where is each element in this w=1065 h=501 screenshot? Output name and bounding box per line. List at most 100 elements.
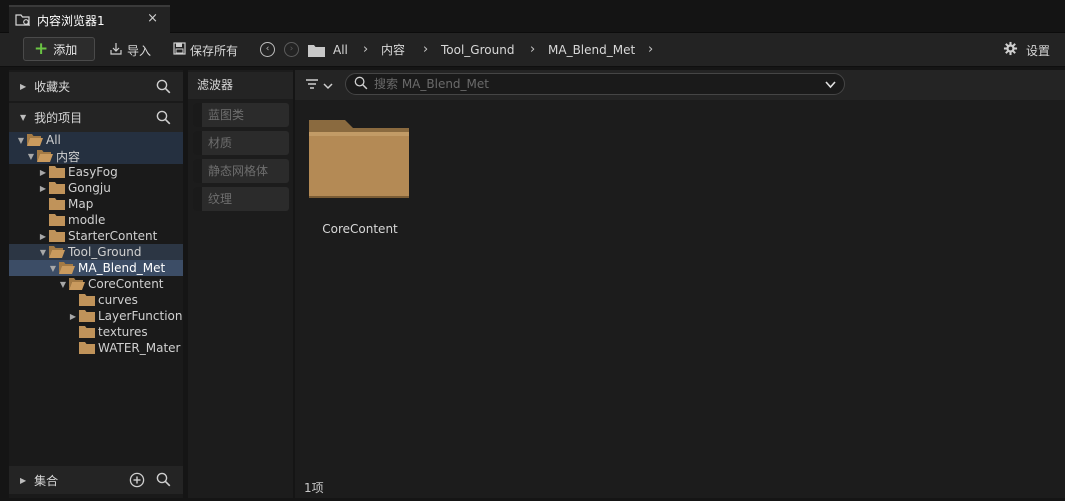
asset-name: CoreContent <box>322 222 398 236</box>
folder-icon <box>49 166 65 178</box>
tree-item-tool-ground[interactable]: ▼ Tool_Ground <box>9 244 183 260</box>
folder-open-icon <box>69 278 85 290</box>
chevron-down-icon[interactable] <box>825 78 836 92</box>
favorites-header[interactable]: ▶ 收藏夹 <box>9 72 183 101</box>
expand-arrow-icon[interactable]: ▶ <box>68 312 78 321</box>
tree-item-water-mater[interactable]: WATER_Mater <box>9 340 183 356</box>
tree-item-map[interactable]: Map <box>9 196 183 212</box>
title-bar: 内容浏览器1 × <box>0 0 1065 33</box>
breadcrumb-content[interactable]: 内容 <box>381 33 405 67</box>
collapse-arrow-icon[interactable]: ▼ <box>48 264 58 273</box>
breadcrumb-separator[interactable]: › <box>530 33 535 67</box>
item-count: 1项 <box>304 481 324 495</box>
search-box[interactable] <box>345 73 845 95</box>
save-all-button[interactable]: 保存所有 <box>173 33 238 67</box>
asset-tile[interactable]: CoreContent <box>305 114 415 244</box>
collapse-arrow-icon[interactable]: ▼ <box>26 152 36 161</box>
breadcrumb-separator[interactable]: › <box>363 33 368 67</box>
collapse-arrow-icon[interactable]: ▼ <box>58 280 68 289</box>
tree-item-ma-blend-met[interactable]: ▼ MA_Blend_Met <box>9 260 183 276</box>
breadcrumb-separator[interactable]: › <box>648 33 653 67</box>
collapse-arrow-icon[interactable]: ▼ <box>16 136 26 145</box>
tree-item-label: curves <box>98 293 138 307</box>
tree-item-layerfunction[interactable]: ▶ LayerFunction <box>9 308 183 324</box>
folder-icon <box>79 294 95 306</box>
filter-texture[interactable]: 纹理 <box>193 187 289 211</box>
search-input[interactable] <box>374 77 814 91</box>
tree-item-label: 内容 <box>56 149 81 164</box>
folder-icon <box>79 326 95 338</box>
add-collection-icon[interactable] <box>129 472 145 491</box>
search-icon[interactable] <box>156 472 171 490</box>
add-button[interactable]: + 添加 <box>23 37 95 61</box>
tab-title: 内容浏览器1 <box>37 13 105 28</box>
breadcrumb-separator[interactable]: › <box>423 33 428 67</box>
folder-open-icon <box>59 262 75 274</box>
expand-arrow-icon: ▶ <box>20 82 27 91</box>
folder-icon <box>49 214 65 226</box>
save-all-button-label: 保存所有 <box>190 43 239 58</box>
folder-icon <box>79 342 95 354</box>
asset-view: CoreContent 1项 <box>295 70 1065 498</box>
filters-panel: 滤波器 蓝图类 材质 静态网格体 纹理 <box>188 70 293 498</box>
tree-item-label: EasyFog <box>68 165 118 179</box>
close-icon[interactable]: × <box>147 11 158 26</box>
tab-content-browser[interactable]: 内容浏览器1 × <box>9 5 170 33</box>
breadcrumb-tool-ground[interactable]: Tool_Ground <box>441 33 514 67</box>
collections-label: 集合 <box>34 473 59 488</box>
filters-title: 滤波器 <box>188 72 293 99</box>
tree-item-label: CoreContent <box>88 277 164 291</box>
tree-item-label: StarterContent <box>68 229 158 243</box>
folder-open-icon <box>49 246 65 258</box>
expand-arrow-icon: ▶ <box>20 475 27 485</box>
content-toolbar <box>295 70 1065 100</box>
tree-item-modle[interactable]: modle <box>9 212 183 228</box>
tree-item-gongju[interactable]: ▶ Gongju <box>9 180 183 196</box>
content-browser-icon <box>15 13 31 27</box>
collections-header[interactable]: ▶ 集合 <box>9 466 183 494</box>
folder-icon <box>49 182 65 194</box>
folder-icon <box>308 44 325 60</box>
settings-button[interactable]: 设置 <box>1003 33 1050 67</box>
tree-item-easyfog[interactable]: ▶ EasyFog <box>9 164 183 180</box>
tree-item-label: textures <box>98 325 148 339</box>
my-project-label: 我的项目 <box>34 111 83 125</box>
tree-item-label: MA_Blend_Met <box>78 261 166 275</box>
favorites-label: 收藏夹 <box>34 80 71 94</box>
filter-dropdown-button[interactable] <box>305 78 333 93</box>
filter-static-mesh[interactable]: 静态网格体 <box>193 159 289 183</box>
expand-arrow-icon[interactable]: ▶ <box>38 168 48 177</box>
search-icon <box>354 76 368 93</box>
tree-item-all[interactable]: ▼ All <box>9 132 183 148</box>
search-icon[interactable] <box>156 110 171 128</box>
import-button[interactable]: 导入 <box>109 33 151 67</box>
collapse-arrow-icon: ▼ <box>20 113 27 122</box>
settings-label: 设置 <box>1026 43 1051 58</box>
tree-item-content[interactable]: ▼ 内容 <box>9 148 183 164</box>
filter-blueprint[interactable]: 蓝图类 <box>193 103 289 127</box>
tree-item-label: All <box>46 133 61 147</box>
breadcrumb-all[interactable]: All <box>333 33 348 67</box>
toolbar: + 添加 导入 保存所有 ‹ › All › 内容 › Tool_Ground … <box>0 33 1065 67</box>
tree-item-startercontent[interactable]: ▶ StarterContent <box>9 228 183 244</box>
filter-icon <box>305 78 319 93</box>
back-arrow-icon[interactable]: ‹ <box>260 42 275 57</box>
import-button-label: 导入 <box>127 43 152 58</box>
tree-item-label: modle <box>68 213 106 227</box>
my-project-header[interactable]: ▼ 我的项目 <box>9 103 183 132</box>
sources-panel: ▶ 收藏夹 ▼ 我的项目 ▼ All ▼ 内容 ▶ EasyFog ▶ Gong… <box>9 70 183 498</box>
collapse-arrow-icon[interactable]: ▼ <box>38 248 48 257</box>
tree-item-label: Gongju <box>68 181 111 195</box>
breadcrumb-ma-blend-met[interactable]: MA_Blend_Met <box>548 33 635 67</box>
tree-item-corecontent[interactable]: ▼ CoreContent <box>9 276 183 292</box>
forward-arrow-icon[interactable]: › <box>284 42 299 57</box>
add-button-label: 添加 <box>53 42 78 57</box>
tree-item-label: LayerFunction <box>98 309 183 323</box>
search-icon[interactable] <box>156 79 171 97</box>
tree-item-curves[interactable]: curves <box>9 292 183 308</box>
expand-arrow-icon[interactable]: ▶ <box>38 184 48 193</box>
tree-item-textures[interactable]: textures <box>9 324 183 340</box>
folder-icon <box>309 120 409 198</box>
expand-arrow-icon[interactable]: ▶ <box>38 232 48 241</box>
filter-material[interactable]: 材质 <box>193 131 289 155</box>
